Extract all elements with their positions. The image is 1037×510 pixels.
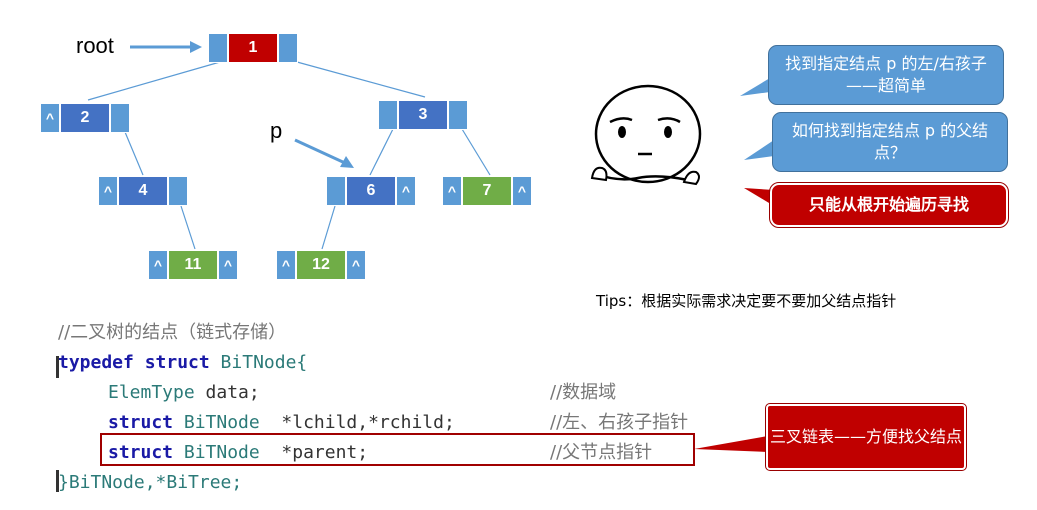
- node-data: 4: [118, 176, 168, 206]
- root-label: root: [76, 33, 114, 58]
- code-line-5: }BiTNode,*BiTree;: [58, 472, 243, 493]
- tree-node-1: 1: [208, 33, 298, 63]
- null-pointer: ^: [346, 250, 366, 280]
- code-block: //二叉树的结点（链式存储） typedef struct BiTNode{ E…: [58, 318, 688, 498]
- code-line-1: typedef struct BiTNode{: [58, 348, 455, 378]
- edge-2-4: [124, 131, 144, 176]
- tree-node-4: ^ 4: [98, 176, 188, 206]
- code-comment-title: //二叉树的结点（链式存储）: [58, 322, 287, 343]
- null-pointer: ^: [148, 250, 168, 280]
- edge-6-12: [321, 205, 336, 250]
- tree-node-2: ^ 2: [40, 103, 130, 133]
- node-data: 7: [462, 176, 512, 206]
- edge-1-3: [296, 61, 426, 98]
- left-pointer-field: [326, 176, 346, 206]
- null-pointer: ^: [396, 176, 416, 206]
- code-comment: //数据域: [550, 382, 617, 403]
- speech-bubble-parent-question: 如何找到指定结点 p 的父结点？: [772, 112, 1008, 172]
- null-pointer: ^: [218, 250, 238, 280]
- edge-3-7: [461, 128, 491, 176]
- type-name: BiTNode: [173, 412, 260, 433]
- callout-trifurcated-list: 三叉链表——方便找父结点: [765, 403, 967, 471]
- p-label: p: [270, 118, 283, 143]
- code-line-2: ElemType data; //数据域: [58, 378, 616, 408]
- left-pointer-field: [208, 33, 228, 63]
- right-pointer-field: [448, 100, 468, 130]
- node-data: 6: [346, 176, 396, 206]
- node-data: 11: [168, 250, 218, 280]
- tree-node-3: 3: [378, 100, 468, 130]
- tree-node-12: ^ 12 ^: [276, 250, 366, 280]
- right-pointer-field: [168, 176, 188, 206]
- root-arrow: [130, 41, 202, 53]
- null-pointer: ^: [512, 176, 532, 206]
- null-pointer: ^: [40, 103, 60, 133]
- node-data: 12: [296, 250, 346, 280]
- node-data: 2: [60, 103, 110, 133]
- callout-arrow: [694, 436, 768, 452]
- edge-1-2: [87, 61, 221, 101]
- tree-edges: [87, 61, 491, 250]
- null-pointer: ^: [98, 176, 118, 206]
- right-pointer-field: [278, 33, 298, 63]
- keyword: typedef struct: [58, 352, 210, 373]
- tree-node-6: 6 ^: [326, 176, 416, 206]
- code-text: *lchild,*rchild;: [259, 412, 455, 433]
- edge-3-6: [369, 128, 394, 176]
- null-pointer: ^: [276, 250, 296, 280]
- tree-node-7: ^ 7 ^: [442, 176, 532, 206]
- tips-text: Tips：根据实际需求决定要不要加父结点指针: [596, 292, 897, 310]
- null-pointer: ^: [442, 176, 462, 206]
- node-data: 3: [398, 100, 448, 130]
- code-text: data;: [194, 382, 260, 403]
- right-pointer-field: [110, 103, 130, 133]
- node-data: 1: [228, 33, 278, 63]
- p-arrow: [294, 138, 354, 168]
- edge-4-11: [180, 205, 196, 250]
- thinking-face-icon: [590, 84, 702, 186]
- type-name: BiTNode{: [209, 352, 308, 373]
- speech-bubble-children: 找到指定结点 p 的左/右孩子——超简单: [768, 45, 1004, 105]
- speech-bubble-answer: 只能从根开始遍历寻找: [769, 182, 1009, 228]
- left-pointer-field: [378, 100, 398, 130]
- tree-node-11: ^ 11 ^: [148, 250, 238, 280]
- type-name: ElemType: [108, 382, 195, 403]
- parent-pointer-highlight: [100, 433, 695, 466]
- keyword: struct: [108, 412, 174, 433]
